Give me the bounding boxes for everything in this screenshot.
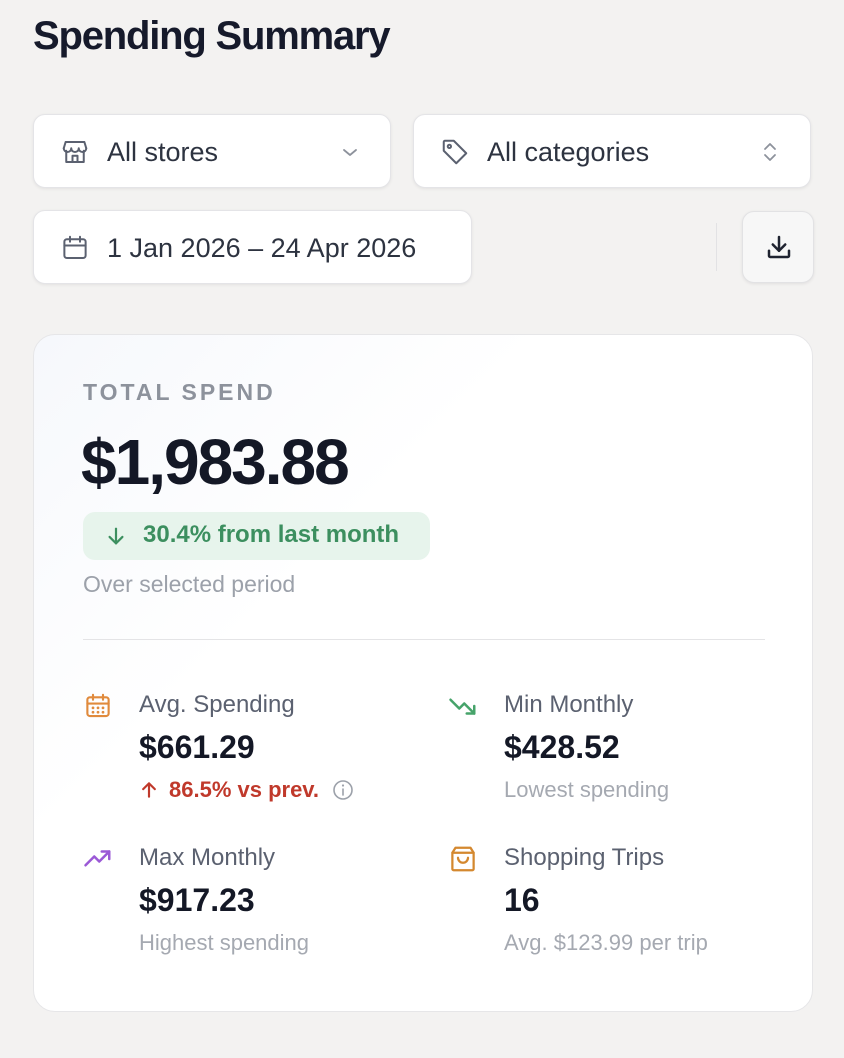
stat-value: 16 [504,882,540,918]
store-select[interactable]: All stores [33,114,391,188]
stat-value: $917.23 [139,882,255,918]
stat-label: Max Monthly [139,844,276,871]
date-range-value: 1 Jan 2026 – 24 Apr 2026 [107,233,417,263]
stat-caption: Lowest spending [504,777,670,802]
stat-caption: Highest spending [139,930,310,955]
date-range-picker[interactable]: 1 Jan 2026 – 24 Apr 2026 [33,210,472,284]
download-button[interactable] [742,211,814,283]
trend-down-icon [449,698,476,715]
chevron-up-down-icon [764,143,776,161]
stat-caption: Avg. $123.99 per trip [504,930,708,955]
trend-up-icon [84,850,111,867]
store-icon [62,141,88,163]
period-caption: Over selected period [83,571,296,597]
shopping-bag-icon [451,846,475,872]
toolbar-divider [716,223,717,271]
stat-label: Min Monthly [504,691,634,718]
stat-label: Shopping Trips [504,844,665,871]
change-badge: 30.4% from last month [83,512,430,560]
category-select[interactable]: All categories [413,114,811,188]
info-icon[interactable] [331,778,355,802]
card-divider [83,639,765,640]
download-icon [767,235,791,259]
category-select-value: All categories [487,137,650,167]
change-text: 30.4% from last month [143,521,400,548]
total-spend-value: $1,983.88 [81,426,350,498]
stat-label: Avg. Spending [139,691,295,718]
spend-summary-card: TOTAL SPEND $1,983.88 30.4% from last mo… [33,334,813,1012]
calendar-icon [63,235,87,259]
stat-delta-text: 86.5% vs prev. [169,777,320,802]
chevron-down-icon [343,149,357,156]
total-spend-label: TOTAL SPEND [83,379,276,405]
stat-value: $428.52 [504,729,620,765]
arrow-up-icon [142,782,156,798]
store-select-value: All stores [107,137,219,167]
calendar-grid-icon [86,693,110,718]
page-title: Spending Summary [33,14,391,58]
stat-value: $661.29 [139,729,255,765]
tag-icon [442,139,468,165]
arrow-down-icon [108,527,124,545]
stat-delta: 86.5% vs prev. [139,777,365,803]
